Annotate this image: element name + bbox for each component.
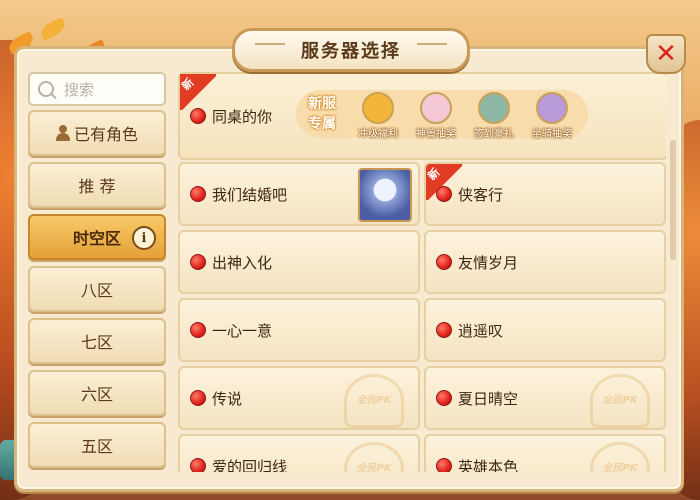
server-status-dot — [190, 186, 206, 202]
server-card[interactable]: 逍遥叹 — [424, 298, 666, 362]
server-list: 新 同桌的你 新服 专属 冲级福利 神兽抽奖 签到豪礼 坐骑抽奖 我们结婚吧 新… — [178, 72, 666, 472]
sidebar-item-spacetime-zone[interactable]: 时空区 i — [28, 214, 166, 260]
info-icon[interactable]: i — [132, 226, 156, 250]
new-server-tag: 新 — [180, 74, 216, 110]
pet-egg-icon — [420, 92, 452, 124]
server-list-scrollbar[interactable] — [670, 140, 676, 260]
server-card[interactable]: 新 侠客行 — [424, 162, 666, 226]
server-name: 出神入化 — [212, 254, 273, 272]
pk-watermark-logo: 全民PK — [344, 442, 404, 472]
server-status-dot — [190, 390, 206, 406]
reward-item[interactable]: 签到豪礼 — [466, 92, 522, 140]
person-icon — [55, 125, 70, 141]
server-name: 同桌的你 — [212, 108, 273, 126]
server-status-dot — [190, 108, 206, 124]
pk-watermark-logo: 全民PK — [344, 374, 404, 428]
reward-label: 神兽抽奖 — [416, 129, 456, 140]
reward-label: 签到豪礼 — [474, 129, 514, 140]
server-card[interactable]: 友情岁月 — [424, 230, 666, 294]
server-name: 爱的回归线 — [212, 458, 288, 472]
reward-item[interactable]: 神兽抽奖 — [408, 92, 464, 140]
server-name: 英雄本色 — [458, 458, 519, 472]
gold-coin-icon — [362, 92, 394, 124]
pk-watermark-logo: 全民PK — [590, 442, 650, 472]
page-title: 服务器选择 — [301, 41, 401, 62]
sidebar-item-zone-5[interactable]: 五区 — [28, 422, 166, 468]
server-name: 夏日晴空 — [458, 390, 519, 408]
sidebar-item-label: 七区 — [80, 333, 113, 352]
mount-icon — [536, 92, 568, 124]
sidebar-item-label: 时空区 — [72, 229, 121, 248]
server-name: 逍遥叹 — [458, 322, 504, 340]
featured-server-card[interactable]: 新 同桌的你 新服 专属 冲级福利 神兽抽奖 签到豪礼 坐骑抽奖 — [178, 72, 666, 160]
server-status-dot — [436, 254, 452, 270]
sidebar-item-label: 八区 — [80, 281, 113, 300]
server-card[interactable]: 英雄本色 全民PK — [424, 434, 666, 472]
server-card[interactable]: 出神入化 — [178, 230, 420, 294]
title-plate: 服务器选择 — [232, 28, 470, 72]
reward-item[interactable]: 坐骑抽奖 — [524, 92, 580, 140]
close-button[interactable]: ✕ — [646, 34, 686, 74]
server-category-sidebar: 搜索 已有角色 推 荐 时空区 i 八区 七区 六区 五区 — [28, 72, 166, 472]
sidebar-item-recommended[interactable]: 推 荐 — [28, 162, 166, 208]
server-status-dot — [190, 458, 206, 472]
pk-watermark-logo: 全民PK — [590, 374, 650, 428]
server-name: 友情岁月 — [458, 254, 519, 272]
server-card[interactable]: 夏日晴空 全民PK — [424, 366, 666, 430]
server-status-dot — [190, 254, 206, 270]
server-status-dot — [436, 322, 452, 338]
server-status-dot — [436, 458, 452, 472]
reward-label: 坐骑抽奖 — [532, 129, 572, 140]
server-card[interactable]: 爱的回归线 全民PK — [178, 434, 420, 472]
server-card[interactable]: 传说 全民PK — [178, 366, 420, 430]
sidebar-item-zone-8[interactable]: 八区 — [28, 266, 166, 312]
cloud-decoration — [255, 43, 285, 55]
server-name: 传说 — [212, 390, 243, 408]
server-name: 我们结婚吧 — [212, 186, 288, 204]
sidebar-item-label: 已有角色 — [73, 125, 138, 144]
sidebar-item-label: 六区 — [80, 385, 113, 404]
search-input[interactable]: 搜索 — [28, 72, 166, 106]
reward-item[interactable]: 冲级福利 — [350, 92, 406, 140]
reward-label: 冲级福利 — [358, 129, 398, 140]
sidebar-item-existing-roles[interactable]: 已有角色 — [28, 110, 166, 156]
cloud-decoration — [417, 43, 447, 55]
promo-badge: 新服 专属 — [308, 96, 336, 132]
server-status-dot — [190, 322, 206, 338]
sidebar-item-zone-7[interactable]: 七区 — [28, 318, 166, 364]
server-name: 一心一意 — [212, 322, 273, 340]
gift-box-icon — [478, 92, 510, 124]
sidebar-item-label: 五区 — [80, 437, 113, 456]
server-status-dot — [436, 390, 452, 406]
server-card[interactable]: 我们结婚吧 — [178, 162, 420, 226]
new-server-promo-banner[interactable]: 新服 专属 冲级福利 神兽抽奖 签到豪礼 坐骑抽奖 — [296, 90, 588, 140]
server-name: 侠客行 — [458, 186, 504, 204]
leaf-decoration — [38, 17, 68, 41]
search-icon — [38, 81, 54, 97]
search-placeholder: 搜索 — [64, 80, 95, 99]
server-status-dot — [436, 186, 452, 202]
server-card[interactable]: 一心一意 — [178, 298, 420, 362]
sidebar-item-zone-6[interactable]: 六区 — [28, 370, 166, 416]
sidebar-item-label: 推 荐 — [78, 177, 116, 196]
close-icon: ✕ — [655, 39, 677, 69]
character-avatar — [358, 168, 412, 222]
